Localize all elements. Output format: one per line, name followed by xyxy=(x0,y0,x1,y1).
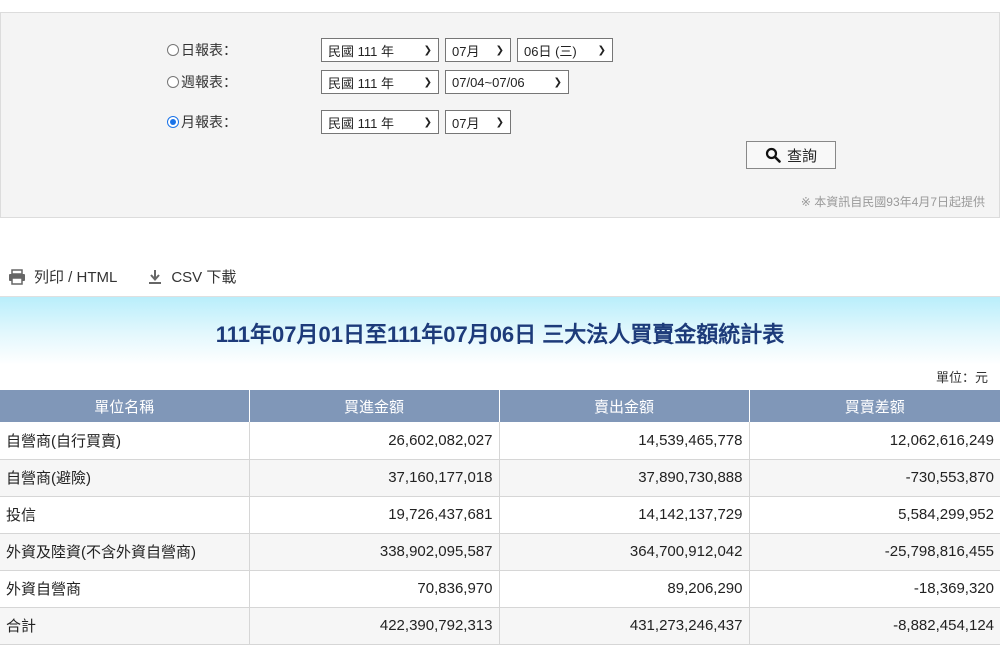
cell-sell: 14,142,137,729 xyxy=(499,496,750,534)
cell-buy: 338,902,095,587 xyxy=(249,533,500,571)
table-row: 外資自營商 70,836,970 89,206,290 -18,369,320 xyxy=(0,570,1000,608)
report-title: 111年07月01日至111年07月06日 三大法人買賣金額統計表 xyxy=(215,322,785,347)
daily-year-select[interactable]: 民國 111 年 ❯ xyxy=(321,38,439,62)
csv-download-link[interactable]: CSV 下載 xyxy=(147,266,236,287)
chevron-down-icon: ❯ xyxy=(597,44,606,56)
daily-day-select[interactable]: 06日 (三) ❯ xyxy=(517,38,613,62)
monthly-year-value: 民國 111 年 xyxy=(328,115,394,131)
cell-sell: 37,890,730,888 xyxy=(499,459,750,497)
daily-day-value: 06日 (三) xyxy=(524,43,577,59)
daily-label: 日報表： xyxy=(181,42,237,58)
cell-unit-name: 外資及陸資(不含外資自營商) xyxy=(0,533,250,571)
table-row: 外資及陸資(不含外資自營商) 338,902,095,587 364,700,9… xyxy=(0,533,1000,571)
daily-month-value: 07月 xyxy=(452,43,480,59)
cell-buy: 422,390,792,313 xyxy=(249,607,500,645)
availability-note: ※ 本資訊自民國93年4月7日起提供 xyxy=(800,195,985,209)
cell-sell: 364,700,912,042 xyxy=(499,533,750,571)
search-button[interactable]: 查詢 xyxy=(746,141,836,169)
search-icon xyxy=(765,147,781,163)
monthly-row: 月報表： 民國 111 年 ❯ 07月 ❯ xyxy=(167,109,517,135)
header-net-amount: 買賣差額 xyxy=(749,390,1000,422)
cell-sell: 431,273,246,437 xyxy=(499,607,750,645)
cell-net: -25,798,816,455 xyxy=(749,533,1000,571)
daily-month-select[interactable]: 07月 ❯ xyxy=(445,38,511,62)
table-row: 自營商(自行買賣) 26,602,082,027 14,539,465,778 … xyxy=(0,422,1000,460)
unit-label: 單位：元 xyxy=(935,370,988,385)
cell-net: -730,553,870 xyxy=(749,459,1000,497)
toolbar: 列印 / HTML CSV 下載 xyxy=(8,266,266,287)
cell-net: -18,369,320 xyxy=(749,570,1000,608)
cell-unit-name: 外資自營商 xyxy=(0,570,250,608)
header-buy-amount: 買進金額 xyxy=(249,390,500,422)
table-row-total: 合計 422,390,792,313 431,273,246,437 -8,88… xyxy=(0,607,1000,645)
table-row: 自營商(避險) 37,160,177,018 37,890,730,888 -7… xyxy=(0,459,1000,497)
download-icon xyxy=(149,269,162,284)
weekly-label: 週報表： xyxy=(181,74,237,90)
printer-icon xyxy=(9,268,25,285)
chevron-down-icon: ❯ xyxy=(423,116,432,128)
cell-unit-name: 自營商(避險) xyxy=(0,459,250,497)
weekly-range-value: 07/04~07/06 xyxy=(452,74,525,90)
monthly-month-value: 07月 xyxy=(452,115,480,131)
monthly-month-select[interactable]: 07月 ❯ xyxy=(445,110,511,134)
weekly-year-value: 民國 111 年 xyxy=(328,75,394,91)
monthly-radio[interactable] xyxy=(167,116,179,128)
query-panel: 日報表： 民國 111 年 ❯ 07月 ❯ 06日 (三) ❯ 週報表： 民國 … xyxy=(0,12,1000,218)
header-unit-name: 單位名稱 xyxy=(0,390,250,422)
daily-radio-option[interactable]: 日報表： xyxy=(167,40,321,60)
cell-sell: 14,539,465,778 xyxy=(499,422,750,460)
cell-net: 12,062,616,249 xyxy=(749,422,1000,460)
print-html-label: 列印 / HTML xyxy=(34,269,118,286)
weekly-range-select[interactable]: 07/04~07/06 ❯ xyxy=(445,70,569,94)
csv-download-label: CSV 下載 xyxy=(171,269,237,286)
weekly-row: 週報表： 民國 111 年 ❯ 07/04~07/06 ❯ xyxy=(167,69,575,95)
monthly-year-select[interactable]: 民國 111 年 ❯ xyxy=(321,110,439,134)
daily-radio[interactable] xyxy=(167,44,179,56)
weekly-year-select[interactable]: 民國 111 年 ❯ xyxy=(321,70,439,94)
cell-buy: 70,836,970 xyxy=(249,570,500,608)
cell-buy: 26,602,082,027 xyxy=(249,422,500,460)
chevron-down-icon: ❯ xyxy=(423,76,432,88)
table-row: 投信 19,726,437,681 14,142,137,729 5,584,2… xyxy=(0,496,1000,534)
monthly-label: 月報表： xyxy=(181,114,237,130)
cell-net: 5,584,299,952 xyxy=(749,496,1000,534)
cell-sell: 89,206,290 xyxy=(499,570,750,608)
cell-buy: 37,160,177,018 xyxy=(249,459,500,497)
cell-buy: 19,726,437,681 xyxy=(249,496,500,534)
chevron-down-icon: ❯ xyxy=(553,76,562,88)
cell-unit-name: 合計 xyxy=(0,607,250,645)
search-button-label: 查詢 xyxy=(786,147,817,165)
header-sell-amount: 賣出金額 xyxy=(499,390,750,422)
chevron-down-icon: ❯ xyxy=(495,116,504,128)
cell-net: -8,882,454,124 xyxy=(749,607,1000,645)
chevron-down-icon: ❯ xyxy=(495,44,504,56)
weekly-radio-option[interactable]: 週報表： xyxy=(167,72,321,92)
report-title-band: 111年07月01日至111年07月06日 三大法人買賣金額統計表 xyxy=(0,296,1000,365)
table-header-row: 單位名稱 買進金額 賣出金額 買賣差額 xyxy=(0,390,1000,422)
monthly-radio-option[interactable]: 月報表： xyxy=(167,112,321,132)
chevron-down-icon: ❯ xyxy=(423,44,432,56)
print-html-link[interactable]: 列印 / HTML xyxy=(8,266,117,287)
weekly-radio[interactable] xyxy=(167,76,179,88)
cell-unit-name: 投信 xyxy=(0,496,250,534)
cell-unit-name: 自營商(自行買賣) xyxy=(0,422,250,460)
daily-row: 日報表： 民國 111 年 ❯ 07月 ❯ 06日 (三) ❯ xyxy=(167,37,619,63)
daily-year-value: 民國 111 年 xyxy=(328,43,394,59)
report-table: 單位名稱 買進金額 賣出金額 買賣差額 自營商(自行買賣) 26,602,082… xyxy=(0,390,1000,645)
